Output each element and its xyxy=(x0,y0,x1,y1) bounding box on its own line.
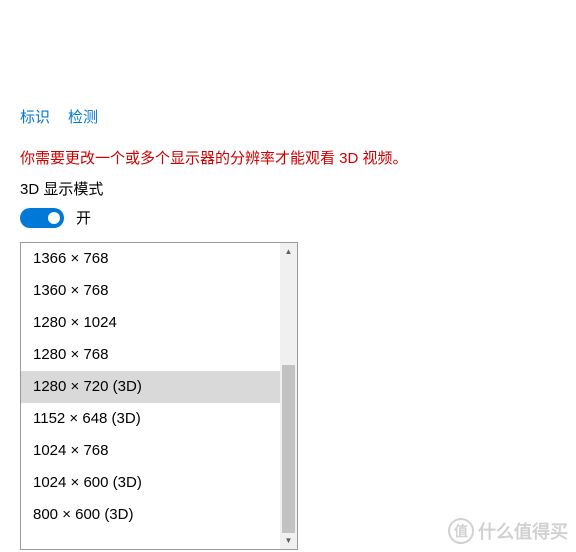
display-mode-label: 3D 显示模式 xyxy=(20,178,556,199)
resolution-option[interactable]: 1280 × 768 xyxy=(21,339,280,371)
display-mode-toggle[interactable] xyxy=(20,208,64,228)
resolution-option[interactable]: 800 × 600 (3D) xyxy=(21,499,280,531)
scroll-thumb[interactable] xyxy=(282,365,295,533)
resolution-option[interactable]: 1360 × 768 xyxy=(21,275,280,307)
resolution-option[interactable]: 1366 × 768 xyxy=(21,243,280,275)
scroll-up-arrow-icon[interactable]: ▲ xyxy=(280,243,297,260)
resolution-warning-text: 你需要更改一个或多个显示器的分辨率才能观看 3D 视频。 xyxy=(20,147,556,168)
listbox-scrollbar[interactable]: ▲ ▼ xyxy=(280,243,297,549)
toggle-knob xyxy=(48,212,60,224)
display-preview-area xyxy=(20,0,556,96)
resolution-option[interactable]: 1024 × 768 xyxy=(21,435,280,467)
display-action-links: 标识 检测 xyxy=(20,106,556,127)
resolution-option[interactable]: 1280 × 720 (3D) xyxy=(21,371,280,403)
resolution-option[interactable]: 1152 × 648 (3D) xyxy=(21,403,280,435)
scroll-down-arrow-icon[interactable]: ▼ xyxy=(280,532,297,549)
identify-link[interactable]: 标识 xyxy=(20,106,50,127)
toggle-state-label: 开 xyxy=(76,207,91,228)
resolution-option[interactable]: 1280 × 1024 xyxy=(21,307,280,339)
detect-link[interactable]: 检测 xyxy=(68,106,98,127)
resolution-listbox[interactable]: 1366 × 7681360 × 7681280 × 10241280 × 76… xyxy=(20,242,298,550)
resolution-option[interactable]: 1024 × 600 (3D) xyxy=(21,467,280,499)
